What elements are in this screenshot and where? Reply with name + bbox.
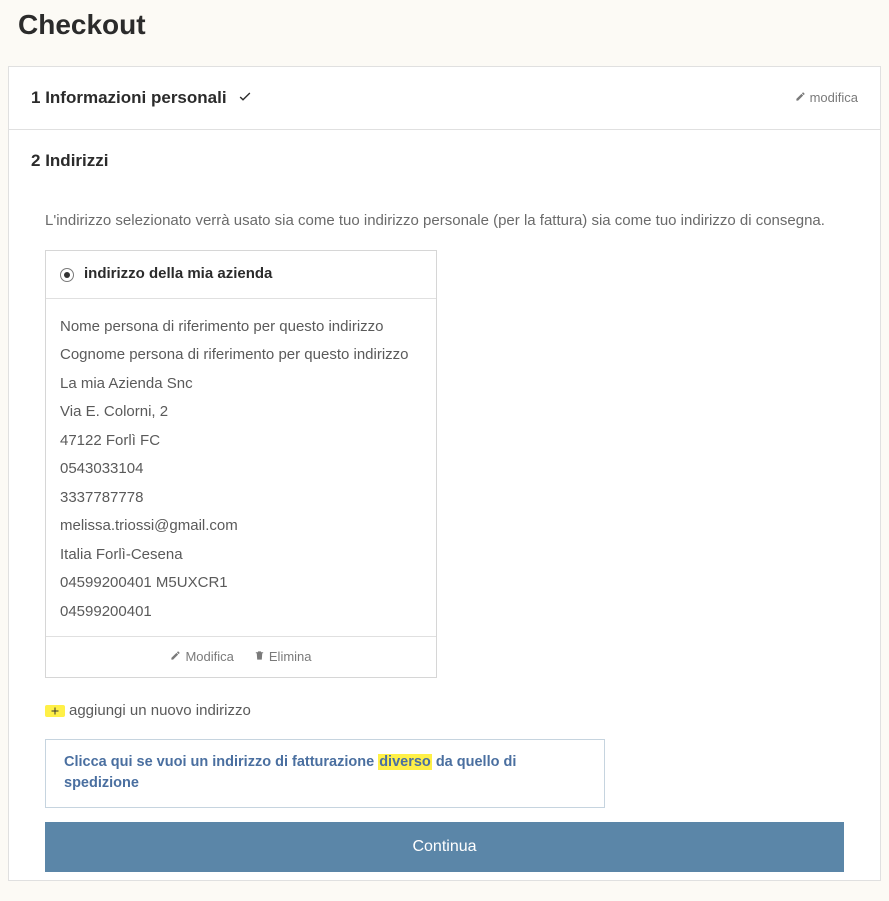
edit-address-link[interactable]: Modifica (170, 647, 233, 667)
step2-title: 2 Indirizzi (31, 148, 108, 174)
edit-personal-info-link[interactable]: modifica (795, 88, 858, 108)
step2-label: Indirizzi (45, 151, 108, 170)
pencil-icon (795, 88, 806, 108)
delete-address-label: Elimina (269, 647, 312, 667)
step1-label: Informazioni personali (45, 88, 226, 107)
diff-invoice-pre: Clicca qui se vuoi un indirizzo di fattu… (64, 754, 378, 770)
address-line: 47122 Forlì FC (60, 427, 422, 456)
step-addresses: 2 Indirizzi L'indirizzo selezionato verr… (8, 130, 881, 881)
add-address-label: aggiungi un nuovo indirizzo (69, 700, 251, 723)
plus-icon (45, 705, 65, 717)
addresses-helper-text: L'indirizzo selezionato verrà usato sia … (45, 210, 844, 233)
address-card: indirizzo della mia azienda Nome persona… (45, 250, 437, 678)
address-line: 3337787778 (60, 484, 422, 513)
radio-selected-icon[interactable] (60, 268, 74, 282)
address-line: 04599200401 M5UXCR1 (60, 569, 422, 598)
step1-number: 1 (31, 88, 40, 107)
address-line: melissa.triossi@gmail.com (60, 512, 422, 541)
diff-invoice-highlight: diverso (378, 754, 432, 770)
edit-link-label: modifica (810, 88, 858, 108)
check-icon (237, 86, 253, 112)
address-line: La mia Azienda Snc (60, 370, 422, 399)
step2-number: 2 (31, 151, 40, 170)
step1-title: 1 Informazioni personali (31, 85, 253, 111)
delete-address-link[interactable]: Elimina (254, 647, 312, 667)
different-invoice-link[interactable]: Clicca qui se vuoi un indirizzo di fattu… (45, 739, 605, 809)
add-address-link[interactable]: aggiungi un nuovo indirizzo (45, 700, 251, 723)
continue-button[interactable]: Continua (45, 822, 844, 872)
step-personal-info: 1 Informazioni personali modifica (8, 66, 881, 130)
trash-icon (254, 647, 265, 667)
address-line: 04599200401 (60, 598, 422, 627)
address-line: 0543033104 (60, 455, 422, 484)
edit-address-label: Modifica (185, 647, 233, 667)
address-line: Nome persona di riferimento per questo i… (60, 313, 422, 342)
address-body: Nome persona di riferimento per questo i… (46, 299, 436, 637)
address-select-row[interactable]: indirizzo della mia azienda (46, 251, 436, 299)
pencil-icon (170, 647, 181, 667)
address-alias: indirizzo della mia azienda (84, 263, 272, 286)
address-line: Italia Forlì-Cesena (60, 541, 422, 570)
address-line: Via E. Colorni, 2 (60, 398, 422, 427)
address-line: Cognome persona di riferimento per quest… (60, 341, 422, 370)
page-title: Checkout (18, 4, 881, 46)
